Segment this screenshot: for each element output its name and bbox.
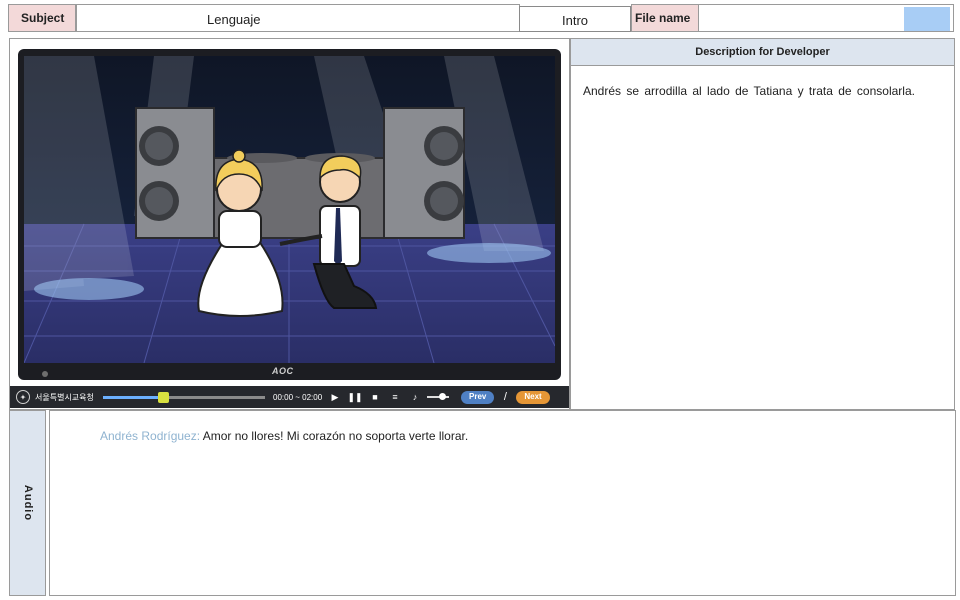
next-button[interactable]: Next <box>516 390 550 404</box>
filename-label: File name <box>631 4 699 32</box>
description-title: Description for Developer <box>571 39 954 66</box>
audio-script-panel: Andrés Rodríguez: Amor no llores! Mi cor… <box>49 410 956 596</box>
audio-label: Audio <box>21 484 34 522</box>
dialogue-line: Andrés Rodríguez: Amor no llores! Mi cor… <box>100 429 468 443</box>
description-panel: Description for Developer Andrés se arro… <box>570 38 955 410</box>
stop-icon[interactable]: ■ <box>365 392 385 402</box>
player-title: 서울특별시교육청 <box>35 392 94 402</box>
section-value: Intro <box>519 6 631 32</box>
volume-slider[interactable] <box>427 393 449 400</box>
monitor-brand-logo: AOC <box>272 366 294 376</box>
progress-slider[interactable] <box>103 391 265 403</box>
description-text: Andrés se arrodilla al lado de Tatiana y… <box>583 84 915 98</box>
progress-thumb[interactable] <box>157 391 169 403</box>
nav-separator: / <box>503 391 507 403</box>
progress-fill <box>103 395 163 399</box>
dialogue-text: Amor no llores! Mi corazón no soporta ve… <box>200 429 469 443</box>
time-readout: 00:00 ~ 02:00 <box>273 392 323 402</box>
pause-icon[interactable]: ❚❚ <box>345 392 365 403</box>
seal-icon: ✦ <box>16 390 30 404</box>
volume-knob[interactable] <box>439 393 446 400</box>
subject-value: Lenguaje <box>76 4 520 32</box>
filename-swatch <box>904 7 950 31</box>
power-indicator <box>42 371 48 377</box>
play-icon[interactable]: ▶ <box>325 392 345 403</box>
subject-label: Subject <box>8 4 76 32</box>
audio-label-cell: Audio <box>9 410 46 596</box>
player-bar: ✦ 서울특별시교육청 00:00 ~ 02:00 ▶ ❚❚ ■ ≡ ♪ Prev… <box>10 386 569 408</box>
scene-illustration <box>24 56 555 363</box>
volume-icon[interactable]: ♪ <box>405 392 425 402</box>
menu-icon[interactable]: ≡ <box>385 392 405 402</box>
prev-button[interactable]: Prev <box>461 390 495 404</box>
speaker-name: Andrés Rodríguez: <box>100 429 201 443</box>
